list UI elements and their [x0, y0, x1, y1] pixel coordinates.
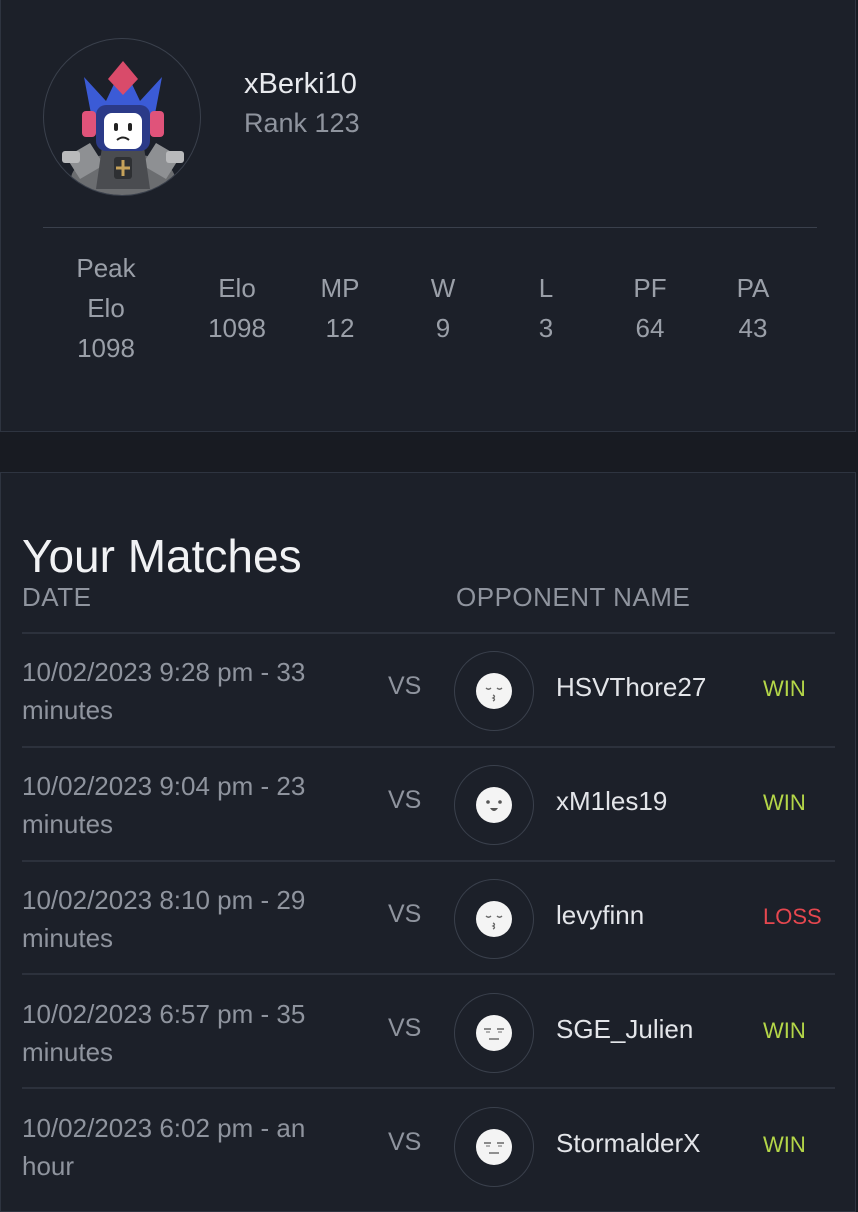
match-result-badge: WIN	[763, 790, 806, 815]
happy-face-icon	[476, 787, 512, 823]
match-date-line: 10/02/2023 9:04 pm - 23	[22, 771, 306, 801]
stat-label: Elo	[87, 293, 125, 323]
match-date: 10/02/2023 8:10 pm - 29 minutes	[22, 881, 352, 957]
match-date-line: 10/02/2023 6:02 pm - an	[22, 1113, 306, 1143]
vs-label: VS	[388, 900, 422, 928]
matches-title: Your Matches	[22, 529, 302, 582]
stat-label: PA	[736, 273, 770, 303]
stat-value: 1098	[77, 333, 135, 363]
stat-label: L	[538, 273, 554, 303]
opponent-name[interactable]: HSVThore27	[556, 672, 706, 703]
match-row[interactable]: 10/02/2023 6:57 pm - 35 minutes VS SGE_J…	[0, 976, 858, 1090]
robot-avatar-icon	[62, 61, 184, 195]
stat-value: 43	[738, 313, 768, 343]
stat-elo: Elo 1098	[187, 268, 287, 348]
stat-wins: W 9	[393, 268, 493, 348]
stat-label: W	[430, 273, 456, 303]
stat-value: 1098	[208, 313, 266, 343]
match-date-line: 10/02/2023 9:28 pm - 33	[22, 657, 306, 687]
vs-label: VS	[388, 672, 422, 700]
vs-label: VS	[388, 786, 422, 814]
opponent-avatar[interactable]	[454, 879, 534, 959]
vs-label: VS	[388, 1128, 422, 1156]
opponent-avatar[interactable]	[454, 1107, 534, 1187]
profile-divider	[43, 227, 817, 228]
match-date-line: minutes	[22, 695, 114, 725]
match-row[interactable]: 10/02/2023 8:10 pm - 29 minutes VS levyf…	[0, 862, 858, 976]
stat-label: PF	[633, 273, 667, 303]
stat-value: 3	[538, 313, 554, 343]
neutral-face-icon	[476, 1015, 512, 1051]
match-date-line: 10/02/2023 6:57 pm - 35	[22, 999, 306, 1029]
stat-label: MP	[320, 273, 360, 303]
stat-value: 9	[435, 313, 451, 343]
match-date-line: hour	[22, 1151, 75, 1181]
match-result-badge: WIN	[763, 1018, 806, 1043]
stat-points-against: PA 43	[703, 268, 803, 348]
stat-value: 64	[635, 313, 665, 343]
match-result-badge: LOSS	[763, 904, 822, 929]
stat-points-for: PF 64	[600, 268, 700, 348]
stat-peak-elo: Peak Elo 1098	[56, 248, 156, 368]
kiss-face-icon	[476, 673, 512, 709]
opponent-name[interactable]: SGE_Julien	[556, 1014, 693, 1045]
player-avatar	[43, 38, 201, 196]
vs-label: VS	[388, 1014, 422, 1042]
username: xBerki10	[244, 68, 357, 100]
stat-mp: MP 12	[290, 268, 390, 348]
match-date: 10/02/2023 6:02 pm - an hour	[22, 1109, 352, 1185]
opponent-name[interactable]: levyfinn	[556, 900, 644, 931]
match-date: 10/02/2023 6:57 pm - 35 minutes	[22, 995, 352, 1071]
match-result-badge: WIN	[763, 1132, 806, 1157]
match-date-line: minutes	[22, 1037, 114, 1067]
match-date-line: minutes	[22, 809, 114, 839]
stat-value: 12	[325, 313, 355, 343]
stat-label: Elo	[218, 273, 256, 303]
match-date-line: 10/02/2023 8:10 pm - 29	[22, 885, 306, 915]
match-row[interactable]: 10/02/2023 9:28 pm - 33 minutes VS HSVTh…	[0, 634, 858, 748]
match-result-badge: WIN	[763, 676, 806, 701]
stat-losses: L 3	[496, 268, 596, 348]
match-row[interactable]: 10/02/2023 6:02 pm - an hour VS Stormald…	[0, 1090, 858, 1204]
profile-card: xBerki10 Rank 123 Peak Elo 1098 Elo 1098…	[0, 0, 856, 432]
kiss-face-icon	[476, 901, 512, 937]
match-date: 10/02/2023 9:28 pm - 33 minutes	[22, 653, 352, 729]
opponent-name[interactable]: xM1les19	[556, 786, 667, 817]
opponent-avatar[interactable]	[454, 993, 534, 1073]
match-date: 10/02/2023 9:04 pm - 23 minutes	[22, 767, 352, 843]
opponent-avatar[interactable]	[454, 651, 534, 731]
column-header-date: DATE	[22, 582, 92, 612]
stat-label: Peak	[76, 253, 136, 283]
column-header-opponent: OPPONENT NAME	[456, 582, 691, 612]
player-rank: Rank 123	[244, 108, 360, 138]
match-date-line: minutes	[22, 923, 114, 953]
neutral-face-icon	[476, 1129, 512, 1165]
opponent-name[interactable]: StormalderX	[556, 1128, 701, 1159]
opponent-avatar[interactable]	[454, 765, 534, 845]
match-row[interactable]: 10/02/2023 9:04 pm - 23 minutes VS xM1le…	[0, 748, 858, 862]
